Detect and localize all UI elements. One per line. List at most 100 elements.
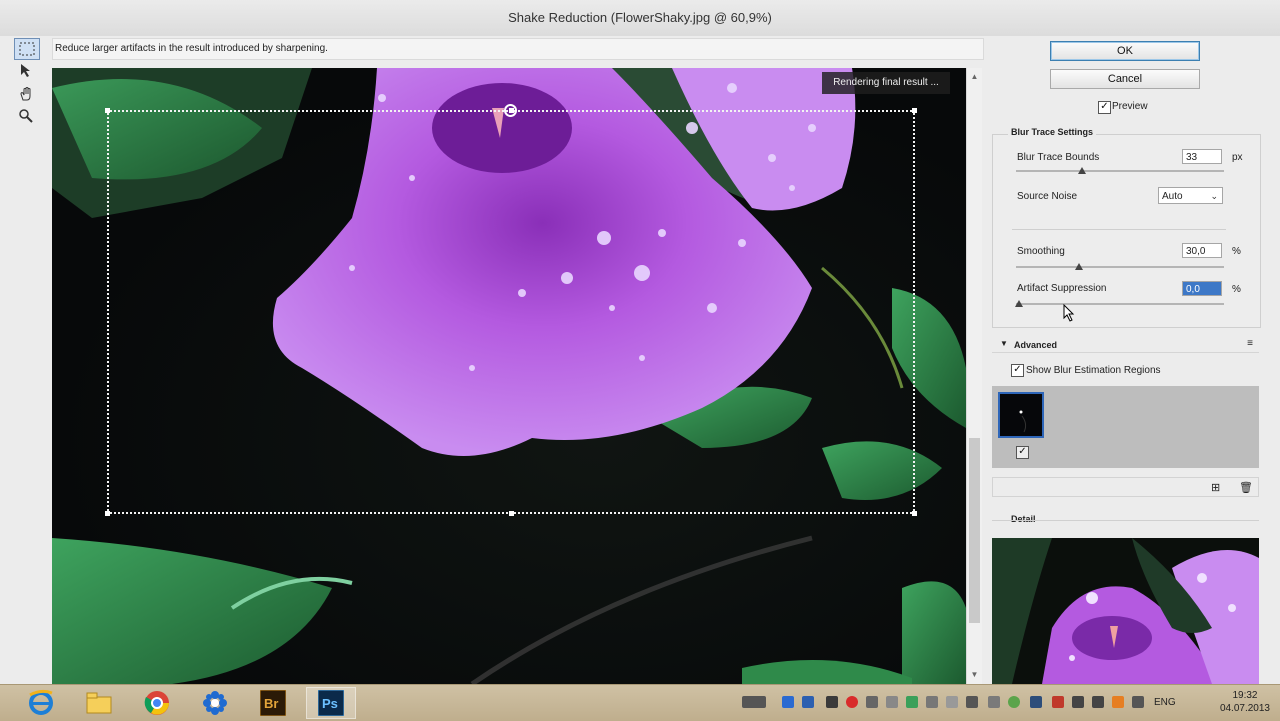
artifact-suppression-knob[interactable] — [1015, 300, 1023, 307]
render-status-badge: Rendering final result ... — [822, 72, 950, 94]
smoothing-slider[interactable] — [1016, 266, 1224, 268]
source-noise-label: Source Noise — [1017, 191, 1078, 202]
tray-app-icon[interactable] — [846, 696, 858, 708]
detail-loupe[interactable] — [992, 538, 1259, 684]
divider — [992, 520, 1259, 521]
artifact-suppression-input[interactable]: 0,0 — [1182, 281, 1222, 296]
cancel-button[interactable]: Cancel — [1050, 69, 1200, 89]
battery-icon[interactable] — [988, 696, 1000, 708]
region-handle[interactable] — [912, 108, 917, 113]
tray-app-icon[interactable] — [866, 696, 878, 708]
blur-region-list: ✓ — [992, 386, 1259, 468]
selection-tool-icon[interactable] — [14, 60, 38, 80]
ok-button[interactable]: OK — [1050, 41, 1200, 61]
preview-checkbox[interactable]: ✓ — [1098, 101, 1111, 114]
ok-button-label: OK — [1117, 45, 1133, 57]
advanced-title: Advanced — [1014, 340, 1058, 350]
blur-trace-settings-title: Blur Trace Settings — [1008, 127, 1097, 137]
divider — [1012, 229, 1226, 230]
chevron-down-icon: ⌄ — [1210, 191, 1218, 201]
image-canvas[interactable]: Rendering final result ... — [52, 68, 966, 684]
detail-preview-image — [992, 538, 1259, 684]
tray-app-icon[interactable] — [1008, 696, 1020, 708]
blur-region-thumbnail[interactable] — [998, 392, 1044, 438]
tray-app-icon[interactable] — [1052, 696, 1064, 708]
window-titlebar: Shake Reduction (FlowerShaky.jpg @ 60,9%… — [0, 0, 1280, 37]
clock-date: 04.07.2013 — [1219, 703, 1270, 714]
zoom-tool-icon[interactable] — [14, 106, 38, 126]
region-handle[interactable] — [509, 511, 514, 516]
mouse-cursor-icon — [1063, 304, 1075, 322]
photoshop-icon[interactable]: Ps — [306, 687, 356, 719]
snowflake-app-icon[interactable] — [190, 687, 240, 719]
shake-reduction-dialog: Reduce larger artifacts in the result in… — [0, 36, 1280, 684]
source-noise-select[interactable]: Auto ⌄ — [1158, 187, 1223, 204]
keyboard-icon[interactable] — [742, 696, 766, 708]
canvas-vertical-scrollbar[interactable]: ▲ ▼ — [966, 68, 982, 684]
artifact-suppression-unit: % — [1232, 284, 1241, 295]
marquee-tool-icon[interactable] — [14, 38, 40, 60]
tray-app-icon[interactable] — [782, 696, 794, 708]
tray-app-icon[interactable] — [826, 696, 838, 708]
tool-strip — [12, 38, 40, 148]
tray-app-icon[interactable] — [886, 696, 898, 708]
speaker-icon[interactable] — [1092, 696, 1104, 708]
show-regions-label: Show Blur Estimation Regions — [1026, 365, 1161, 376]
flag-icon[interactable] — [1112, 696, 1124, 708]
render-status-text: Rendering final result ... — [833, 77, 939, 88]
tray-app-icon[interactable] — [966, 696, 978, 708]
file-explorer-icon[interactable] — [74, 687, 124, 719]
hand-tool-icon[interactable] — [14, 84, 38, 104]
add-region-icon[interactable]: ⊞ — [1211, 481, 1220, 494]
hint-text: Reduce larger artifacts in the result in… — [55, 43, 328, 54]
artifact-suppression-slider[interactable] — [1016, 303, 1224, 305]
network-icon[interactable] — [1072, 696, 1084, 708]
blur-trace-bounds-slider[interactable] — [1016, 170, 1224, 172]
trash-icon[interactable]: 🗑 — [1239, 481, 1253, 494]
tray-app-icon[interactable] — [1132, 696, 1144, 708]
tray-app-icon[interactable] — [946, 696, 958, 708]
system-clock[interactable]: 19:32 04.07.2013 — [1220, 689, 1270, 715]
blur-trace-bounds-knob[interactable] — [1078, 167, 1086, 174]
tray-app-icon[interactable] — [926, 696, 938, 708]
scroll-down-icon[interactable]: ▼ — [967, 668, 982, 682]
internet-explorer-icon[interactable] — [16, 687, 66, 719]
blur-trace-bounds-unit: px — [1232, 152, 1243, 163]
show-regions-checkbox[interactable]: ✓ — [1011, 364, 1024, 377]
source-noise-value: Auto — [1162, 191, 1183, 202]
bridge-icon[interactable]: Br — [248, 687, 298, 719]
region-handle[interactable] — [105, 511, 110, 516]
tray-app-icon[interactable] — [802, 696, 814, 708]
smoothing-label: Smoothing — [1017, 246, 1065, 257]
smoothing-knob[interactable] — [1075, 263, 1083, 270]
blur-estimation-region[interactable] — [105, 108, 917, 516]
tray-app-icon[interactable] — [1030, 696, 1042, 708]
svg-text:Ps: Ps — [322, 696, 338, 711]
region-enable-checkbox[interactable]: ✓ — [1016, 446, 1029, 459]
region-center-pin[interactable] — [504, 104, 517, 117]
artifact-suppression-label: Artifact Suppression — [1017, 283, 1107, 294]
region-list-footer: ⊞ 🗑 — [992, 477, 1259, 497]
tray-app-icon[interactable] — [906, 696, 918, 708]
smoothing-unit: % — [1232, 246, 1241, 257]
region-handle[interactable] — [912, 511, 917, 516]
preview-label: Preview — [1112, 101, 1148, 112]
windows-taskbar: Br Ps ENG 19:32 04.07.2013 — [0, 684, 1280, 721]
scroll-up-icon[interactable]: ▲ — [967, 70, 982, 84]
advanced-section-header[interactable]: Advanced ▼ ≡ — [992, 338, 1259, 353]
clock-time: 19:32 — [1232, 690, 1258, 701]
tool-hint-bar: Reduce larger artifacts in the result in… — [52, 38, 984, 60]
panel-menu-icon[interactable]: ≡ — [1247, 338, 1253, 349]
scroll-thumb[interactable] — [969, 438, 980, 623]
smoothing-input[interactable]: 30,0 — [1182, 243, 1222, 258]
chrome-icon[interactable] — [132, 687, 182, 719]
blur-trace-bounds-input[interactable]: 33 — [1182, 149, 1222, 164]
region-handle[interactable] — [105, 108, 110, 113]
input-language-indicator[interactable]: ENG — [1154, 697, 1176, 708]
collapse-triangle-icon[interactable]: ▼ — [1000, 339, 1008, 348]
window-title: Shake Reduction (FlowerShaky.jpg @ 60,9%… — [508, 10, 772, 25]
detail-title: Detail — [1008, 514, 1039, 524]
cancel-button-label: Cancel — [1107, 73, 1143, 85]
svg-text:Br: Br — [264, 696, 278, 711]
blur-trace-bounds-label: Blur Trace Bounds — [1017, 152, 1100, 163]
